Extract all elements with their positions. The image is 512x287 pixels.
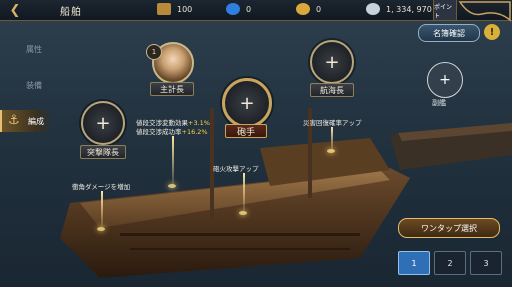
fleet-formation-screen: ❮ 船舶 100 0 0 1, 334, 970 ポイント 属性 装備 ⚓ 編成… bbox=[0, 0, 512, 287]
navigator-pin-dot bbox=[327, 149, 335, 153]
purser-label: 主計長 bbox=[150, 82, 194, 96]
tab-attributes[interactable]: 属性 bbox=[0, 38, 52, 60]
plus-icon: + bbox=[95, 112, 111, 134]
boarding-leader-label: 突撃隊長 bbox=[80, 145, 126, 159]
first-mate-slot[interactable]: + bbox=[427, 62, 463, 98]
boarding-leader-effect: 衝角ダメージを増加 bbox=[72, 183, 131, 191]
navigator-pin bbox=[331, 127, 333, 151]
tab-formation[interactable]: ⚓ 編成 bbox=[0, 110, 52, 132]
purser-effect-2: 値段交渉成功率+16.2% bbox=[136, 128, 208, 136]
gold-coin-icon bbox=[296, 3, 310, 15]
info-icon[interactable]: ! bbox=[484, 24, 500, 40]
page-title: 船舶 bbox=[60, 7, 82, 18]
navigator-slot[interactable]: + bbox=[310, 40, 354, 84]
roster-button[interactable]: 名簿確認 bbox=[418, 24, 480, 42]
blue-potion-icon bbox=[226, 3, 240, 15]
menu-button[interactable]: ポイント bbox=[433, 0, 457, 20]
navigator-effect: 災害回復確率アップ bbox=[303, 119, 362, 127]
one-tap-select-button[interactable]: ワンタップ選択 bbox=[398, 218, 500, 238]
background-ship bbox=[390, 123, 512, 170]
resource-gold-chest: 100 bbox=[157, 3, 192, 15]
boarding-leader-slot[interactable]: + bbox=[81, 101, 125, 145]
page-1-button[interactable]: 1 bbox=[398, 251, 430, 275]
level-badge: 1 bbox=[146, 44, 162, 60]
boarding-pin-dot bbox=[97, 227, 105, 231]
plus-icon: + bbox=[239, 92, 255, 114]
resource-silver-coin: 1, 334, 970 bbox=[366, 3, 432, 15]
navigator-label: 航海長 bbox=[310, 83, 354, 97]
plus-icon: + bbox=[439, 72, 451, 88]
page-3-button[interactable]: 3 bbox=[470, 251, 502, 275]
back-arrow-icon[interactable]: ❮ bbox=[3, 2, 27, 18]
first-mate-label: 副艦 bbox=[432, 99, 446, 107]
plus-icon: + bbox=[324, 51, 340, 73]
gunner-pin bbox=[243, 173, 245, 211]
gold-chest-icon bbox=[157, 3, 171, 15]
gunner-effect: 砲火攻撃アップ bbox=[213, 165, 259, 173]
purser-pin-dot bbox=[168, 184, 176, 188]
gunner-label: 砲手 bbox=[225, 124, 267, 138]
anchor-icon: ⚓ bbox=[8, 113, 20, 128]
gunner-pin-dot bbox=[239, 211, 247, 215]
gunner-slot[interactable]: + bbox=[222, 78, 272, 128]
resource-blue-potion: 0 bbox=[226, 3, 251, 15]
tab-equipment[interactable]: 装備 bbox=[0, 74, 52, 96]
silver-coin-icon bbox=[366, 3, 380, 15]
resource-gold-coin: 0 bbox=[296, 3, 321, 15]
boarding-pin bbox=[101, 191, 103, 227]
purser-pin bbox=[172, 136, 174, 186]
page-2-button[interactable]: 2 bbox=[434, 251, 466, 275]
corner-ornament-icon bbox=[458, 1, 511, 22]
